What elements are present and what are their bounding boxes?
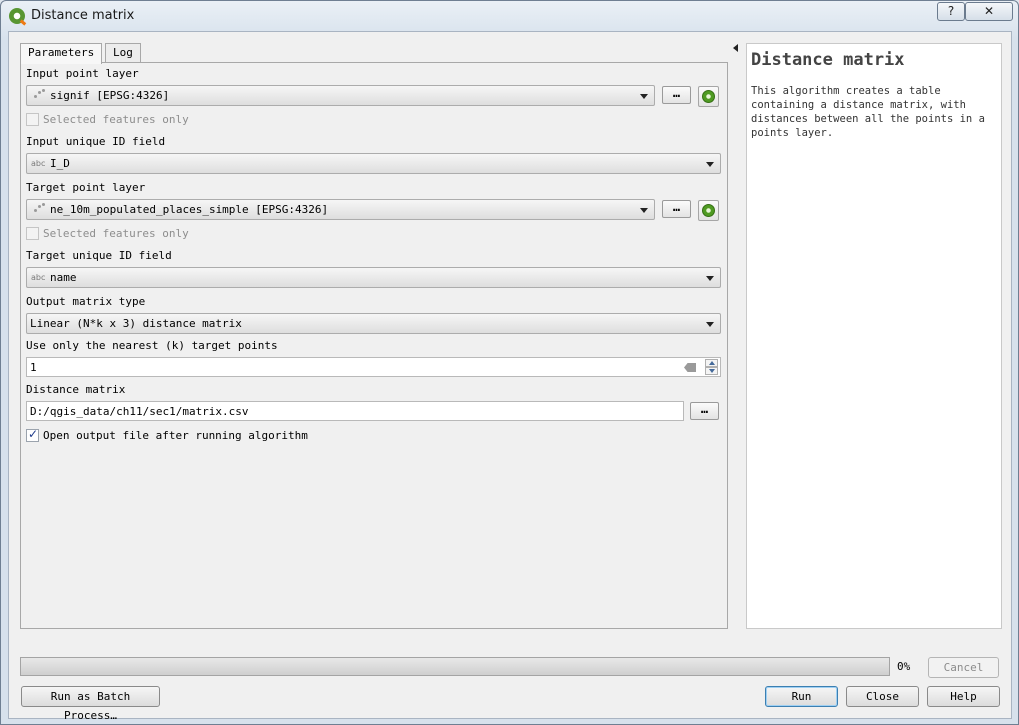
window-title: Distance matrix <box>31 8 135 23</box>
output-browse-button[interactable]: … <box>690 402 719 420</box>
tab-parameters[interactable]: Parameters <box>20 43 103 64</box>
context-help-button[interactable]: ? <box>937 2 965 21</box>
output-path-value: D:/qgis_data/ch11/sec1/matrix.csv <box>30 405 249 418</box>
output-label: Distance matrix <box>26 383 126 396</box>
target-id-combo[interactable]: abc name <box>26 267 721 288</box>
progress-bar <box>20 657 890 676</box>
run-button[interactable]: Run <box>765 686 838 707</box>
tab-log[interactable]: Log <box>105 43 141 63</box>
refresh-icon <box>702 204 715 217</box>
chevron-down-icon <box>706 322 714 327</box>
input-id-label: Input unique ID field <box>26 135 166 148</box>
target-id-value: name <box>50 271 77 284</box>
chevron-down-icon <box>640 208 648 213</box>
input-selected-only-checkbox[interactable] <box>26 113 39 126</box>
target-selected-only-checkbox[interactable] <box>26 227 39 240</box>
chevron-down-icon <box>706 276 714 281</box>
spin-up-button[interactable] <box>705 359 718 367</box>
help-panel: Distance matrix This algorithm creates a… <box>746 43 1002 629</box>
help-button[interactable]: Help <box>927 686 1000 707</box>
text-field-icon: abc <box>31 159 46 168</box>
open-after-checkbox[interactable] <box>26 427 39 442</box>
matrix-type-label: Output matrix type <box>26 295 146 308</box>
matrix-type-value: Linear (N*k x 3) distance matrix <box>30 317 242 330</box>
nearest-k-label: Use only the nearest (k) target points <box>26 339 278 352</box>
target-id-label: Target unique ID field <box>26 249 172 262</box>
nearest-k-spinbox[interactable]: 1 <box>26 357 721 377</box>
text-field-icon: abc <box>31 273 46 282</box>
chevron-down-icon <box>706 162 714 167</box>
input-layer-combo[interactable]: signif [EPSG:4326] <box>26 85 655 106</box>
cancel-button[interactable]: Cancel <box>928 657 999 678</box>
input-layer-iterate-button[interactable] <box>698 86 719 107</box>
qgis-logo-icon <box>9 8 25 24</box>
matrix-type-combo[interactable]: Linear (N*k x 3) distance matrix <box>26 313 721 334</box>
input-layer-browse-button[interactable]: … <box>662 86 691 104</box>
target-layer-value: ne_10m_populated_places_simple [EPSG:432… <box>50 203 329 216</box>
input-layer-value: signif [EPSG:4326] <box>50 89 170 102</box>
collapse-help-icon[interactable] <box>733 44 738 52</box>
title-bar[interactable]: Distance matrix ? ✕ <box>1 1 1018 31</box>
input-id-combo[interactable]: abc I_D <box>26 153 721 174</box>
window-close-button[interactable]: ✕ <box>965 2 1013 21</box>
point-layer-icon <box>34 89 46 101</box>
target-selected-only-label: Selected features only <box>43 227 189 240</box>
spin-down-button[interactable] <box>705 367 718 375</box>
dialog-body: Parameters Log Input point layer signif … <box>8 31 1012 722</box>
help-title: Distance matrix <box>751 50 905 70</box>
progress-percent: 0% <box>897 660 911 673</box>
refresh-icon <box>702 90 715 103</box>
parameters-panel: Input point layer signif [EPSG:4326] … S… <box>20 62 728 629</box>
input-layer-label: Input point layer <box>26 67 139 80</box>
open-after-label: Open output file after running algorithm <box>43 429 308 442</box>
output-path-input[interactable]: D:/qgis_data/ch11/sec1/matrix.csv <box>26 401 684 421</box>
target-layer-label: Target point layer <box>26 181 146 194</box>
close-button[interactable]: Close <box>846 686 919 707</box>
target-layer-iterate-button[interactable] <box>698 200 719 221</box>
target-layer-browse-button[interactable]: … <box>662 200 691 218</box>
point-layer-icon <box>34 203 46 215</box>
clear-icon[interactable] <box>684 363 696 372</box>
input-id-value: I_D <box>50 157 70 170</box>
nearest-k-value: 1 <box>30 361 37 374</box>
batch-process-button[interactable]: Run as Batch Process… <box>21 686 160 722</box>
dialog-window: Distance matrix ? ✕ Parameters Log Input… <box>0 0 1019 725</box>
target-layer-combo[interactable]: ne_10m_populated_places_simple [EPSG:432… <box>26 199 655 220</box>
input-selected-only-label: Selected features only <box>43 113 189 126</box>
help-description: This algorithm creates a table containin… <box>751 85 985 139</box>
chevron-down-icon <box>640 94 648 99</box>
